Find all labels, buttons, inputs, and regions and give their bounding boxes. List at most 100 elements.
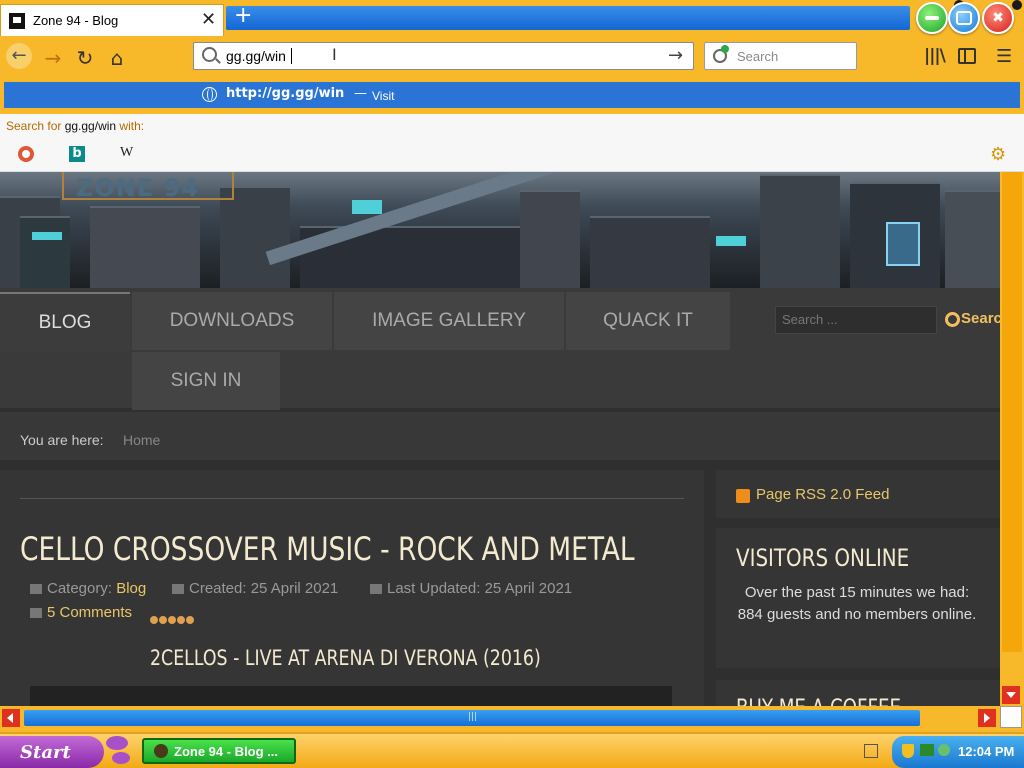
video-player[interactable] bbox=[30, 686, 672, 706]
network-icon[interactable] bbox=[920, 744, 934, 756]
search-for-term: gg.gg/win bbox=[64, 119, 117, 133]
site-logo[interactable]: ZONE 94 bbox=[76, 174, 199, 202]
rating-star-icon[interactable] bbox=[159, 616, 167, 624]
comments-link[interactable]: 5 Comments bbox=[30, 604, 132, 621]
grip-icon: ||| bbox=[468, 712, 478, 722]
system-tray: 12:04 PM bbox=[892, 736, 1024, 768]
address-input[interactable]: gg.gg/win bbox=[226, 48, 286, 64]
scroll-left-arrow-icon[interactable] bbox=[2, 709, 20, 727]
hamburger-menu-icon[interactable]: ☰ bbox=[996, 46, 1012, 67]
text-caret bbox=[291, 48, 292, 64]
article-category: Category: Blog bbox=[30, 580, 146, 597]
scrollbar-thumb[interactable] bbox=[1002, 172, 1022, 652]
horizontal-scrollbar[interactable]: ||| bbox=[0, 708, 1000, 728]
globe-icon bbox=[202, 87, 217, 102]
folder-icon bbox=[30, 584, 42, 595]
browser-icon bbox=[154, 744, 168, 758]
duckduckgo-icon[interactable] bbox=[18, 146, 34, 162]
search-for-prefix: Search for bbox=[6, 119, 62, 133]
sidebar-coffee: BUY ME A COFFEE bbox=[716, 680, 1000, 706]
tab-bar-background: + bbox=[226, 3, 910, 30]
tab-title: Zone 94 - Blog bbox=[33, 13, 119, 28]
suggestion-separator: — bbox=[354, 86, 367, 101]
taskbar-window-label: Zone 94 - Blog ... bbox=[174, 744, 279, 759]
go-arrow-icon[interactable]: → bbox=[668, 45, 683, 66]
vertical-scrollbar[interactable] bbox=[1000, 172, 1024, 706]
search-for-suffix: with: bbox=[119, 119, 145, 133]
taskbar: Start Zone 94 - Blog ... 12:04 PM bbox=[0, 732, 1024, 768]
menu-item-downloads[interactable]: DOWNLOADS bbox=[132, 292, 332, 350]
menu-item-blog[interactable]: BLOG bbox=[0, 292, 130, 352]
suggestion-url: http://gg.gg/win bbox=[226, 86, 345, 101]
article: CELLO CROSSOVER MUSIC - ROCK AND METAL C… bbox=[0, 470, 704, 706]
visitors-text: Over the past 15 minutes we had: 884 gue… bbox=[737, 584, 977, 623]
navigation-toolbar: ← → ↻ ⌂ gg.gg/win I → Search |||\ ☰ bbox=[0, 40, 1024, 76]
menu-item-quack-it[interactable]: QUACK IT bbox=[566, 292, 730, 350]
menu-item-image-gallery[interactable]: IMAGE GALLERY bbox=[334, 292, 564, 350]
maximize-button[interactable] bbox=[948, 2, 980, 34]
sidebar-toggle-icon[interactable] bbox=[958, 48, 976, 64]
scroll-down-arrow-icon[interactable] bbox=[1002, 686, 1020, 704]
rating-star-icon[interactable] bbox=[150, 616, 158, 624]
start-label: Start bbox=[20, 742, 71, 763]
rating-stars[interactable] bbox=[150, 609, 195, 628]
taskbar-window-button[interactable]: Zone 94 - Blog ... bbox=[142, 738, 296, 764]
address-bar[interactable]: gg.gg/win I → bbox=[193, 42, 694, 70]
divider bbox=[20, 498, 684, 499]
scroll-right-arrow-icon[interactable] bbox=[978, 709, 996, 727]
shield-icon[interactable] bbox=[902, 744, 914, 758]
tab-strip: Zone 94 - Blog ✕ + bbox=[0, 0, 1024, 40]
theme-decoration bbox=[1012, 0, 1022, 10]
scrollbar-thumb[interactable]: ||| bbox=[24, 710, 920, 726]
rating-star-icon[interactable] bbox=[177, 616, 185, 624]
visitors-heading: VISITORS ONLINE bbox=[736, 544, 910, 572]
start-decoration bbox=[112, 752, 130, 764]
site-search-button-label: Search bbox=[961, 310, 1000, 327]
clock[interactable]: 12:04 PM bbox=[958, 744, 1014, 759]
tab-zone94-blog[interactable]: Zone 94 - Blog ✕ bbox=[0, 4, 224, 36]
breadcrumb-label: You are here: bbox=[20, 432, 104, 448]
keyboard-icon[interactable] bbox=[864, 744, 878, 758]
site-search-button[interactable]: Search bbox=[939, 306, 1000, 334]
search-box[interactable]: Search bbox=[704, 42, 857, 70]
scrollbar-corner bbox=[1000, 706, 1022, 728]
article-updated: Last Updated: 25 April 2021 bbox=[370, 580, 572, 597]
bing-icon[interactable]: b bbox=[69, 146, 85, 162]
site-search-input[interactable]: Search ... bbox=[775, 306, 937, 334]
comment-icon bbox=[30, 608, 42, 619]
breadcrumb: You are here: Home bbox=[0, 412, 1000, 460]
tab-close-icon[interactable]: ✕ bbox=[201, 9, 216, 30]
site-menu: BLOG DOWNLOADS IMAGE GALLERY QUACK IT SI… bbox=[0, 288, 1000, 410]
category-link[interactable]: Blog bbox=[116, 580, 146, 597]
rating-star-icon[interactable] bbox=[168, 616, 176, 624]
reload-button[interactable]: ↻ bbox=[72, 46, 98, 70]
back-button[interactable]: ← bbox=[6, 43, 32, 69]
new-tab-button[interactable]: + bbox=[234, 3, 252, 28]
calendar-icon bbox=[172, 584, 184, 595]
coffee-heading: BUY ME A COFFEE bbox=[736, 696, 901, 706]
rss-link[interactable]: Page RSS 2.0 Feed bbox=[756, 486, 889, 503]
site-header-banner: ZONE 94 bbox=[0, 172, 1000, 288]
category-label: Category: bbox=[47, 580, 113, 597]
calendar-icon bbox=[370, 584, 382, 595]
start-decoration bbox=[106, 736, 128, 750]
breadcrumb-home-link[interactable]: Home bbox=[123, 432, 160, 448]
library-icon[interactable]: |||\ bbox=[924, 46, 946, 66]
url-suggestion-row[interactable]: http://gg.gg/win — Visit bbox=[4, 82, 1020, 108]
rating-star-icon[interactable] bbox=[186, 616, 194, 624]
home-button[interactable]: ⌂ bbox=[104, 46, 130, 70]
wikipedia-icon[interactable]: W bbox=[120, 145, 133, 161]
menu-item-sign-in[interactable]: SIGN IN bbox=[132, 352, 280, 410]
sidebar-rss: Page RSS 2.0 Feed bbox=[716, 470, 1000, 518]
minimize-button[interactable] bbox=[916, 2, 948, 34]
search-for-label: Search for gg.gg/win with: bbox=[6, 119, 144, 133]
rss-icon bbox=[736, 489, 750, 503]
status-icon[interactable] bbox=[938, 744, 950, 756]
search-icon bbox=[202, 47, 217, 62]
start-button[interactable]: Start bbox=[0, 736, 104, 768]
gear-icon[interactable]: ⚙ bbox=[990, 144, 1006, 165]
search-placeholder[interactable]: Search bbox=[737, 49, 778, 64]
close-window-button[interactable] bbox=[982, 2, 1014, 34]
forward-button[interactable]: → bbox=[40, 46, 66, 70]
one-off-search-panel: Search for gg.gg/win with: b W ⚙ bbox=[0, 114, 1024, 172]
